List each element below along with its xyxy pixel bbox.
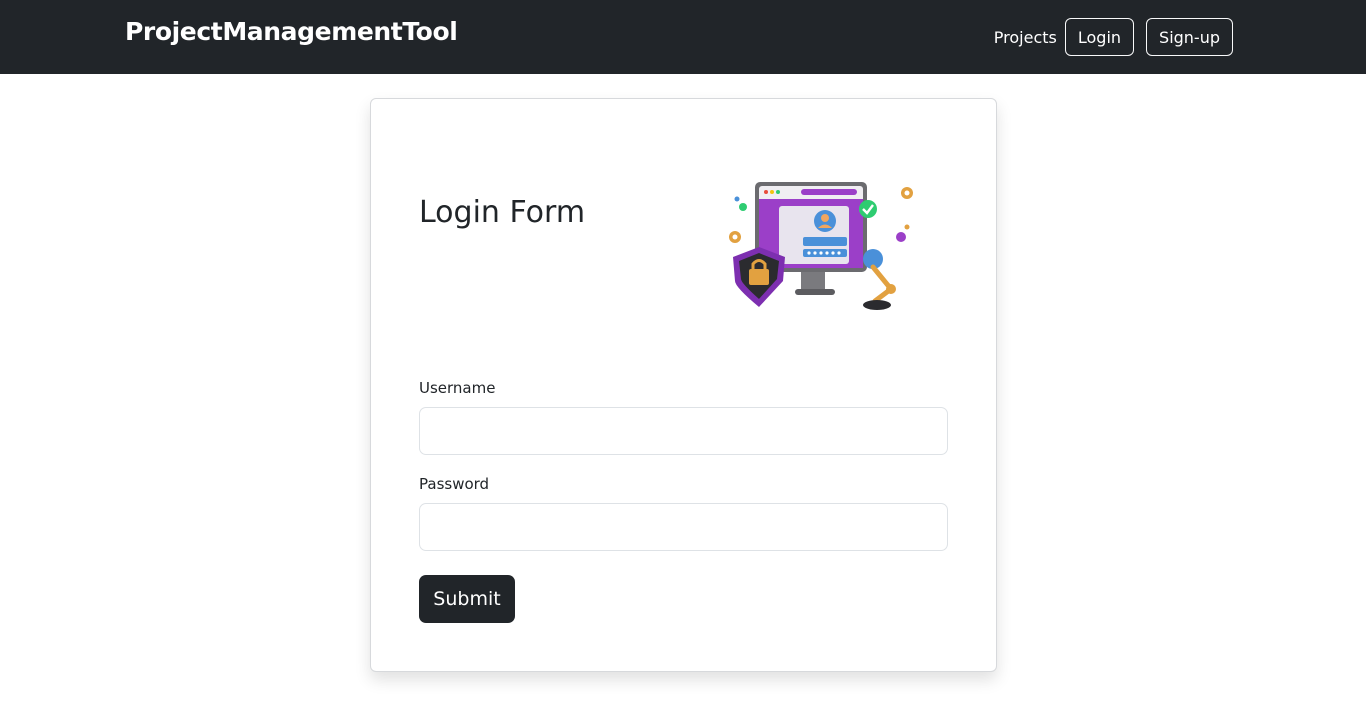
password-label: Password xyxy=(419,475,490,493)
navbar: ProjectManagementTool Projects Login Sig… xyxy=(0,0,1366,74)
login-computer-illustration xyxy=(723,177,923,312)
nav-projects-link[interactable]: Projects xyxy=(994,28,1057,47)
password-input[interactable] xyxy=(419,503,948,551)
login-form-title: Login Form xyxy=(419,195,586,230)
submit-button[interactable]: Submit xyxy=(419,575,515,623)
nav-links: Projects Login Sign-up xyxy=(994,18,1233,56)
nav-login-button[interactable]: Login xyxy=(1064,18,1135,56)
username-input[interactable] xyxy=(419,407,948,455)
username-label: Username xyxy=(419,379,496,397)
nav-signup-button[interactable]: Sign-up xyxy=(1146,18,1233,56)
brand-link[interactable]: ProjectManagementTool xyxy=(125,17,458,46)
login-illustration-icon xyxy=(729,182,913,310)
login-card: Login Form Username Password Submit xyxy=(370,98,997,672)
